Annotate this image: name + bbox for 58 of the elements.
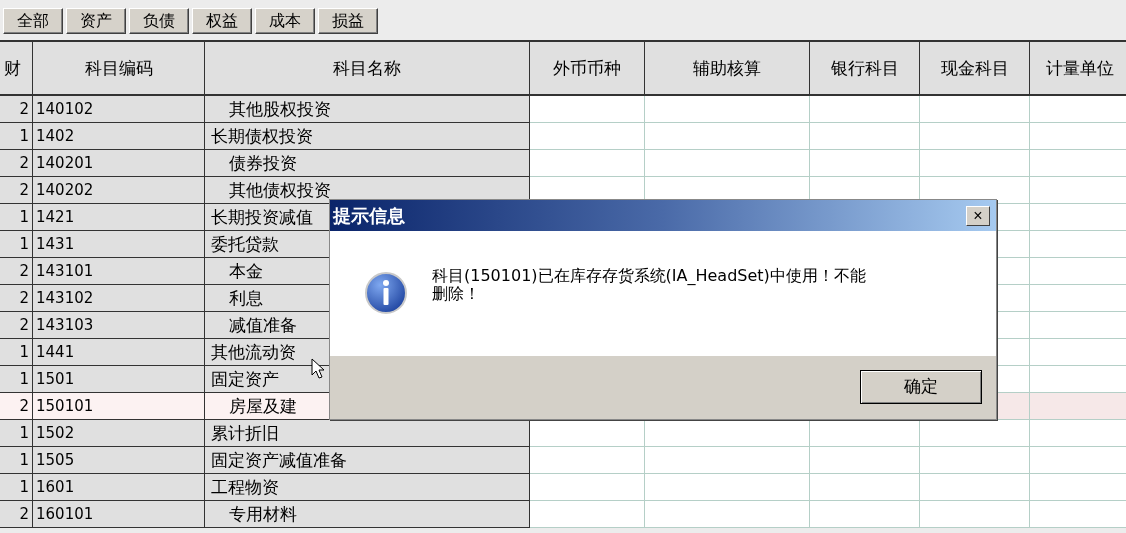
table-cell: 工程物资 (205, 474, 530, 501)
table-cell: 长期债权投资 (205, 123, 530, 150)
column-header[interactable]: 财 (0, 42, 33, 96)
table-cell: 143101 (33, 258, 205, 285)
table-cell: 1 (0, 447, 33, 474)
table-cell: 1421 (33, 204, 205, 231)
ok-button[interactable]: 确定 (860, 369, 982, 404)
table-cell: 140201 (33, 150, 205, 177)
table-cell: 其他股权投资 (205, 96, 530, 123)
filter-button[interactable]: 负债 (129, 8, 189, 34)
table-cell: 160101 (33, 501, 205, 528)
table-cell: 1502 (33, 420, 205, 447)
table-cell: 140202 (33, 177, 205, 204)
table-cell: 1 (0, 420, 33, 447)
table-cell: 债券投资 (205, 150, 530, 177)
table-cell: 1441 (33, 339, 205, 366)
table-cell: 1505 (33, 447, 205, 474)
column-header[interactable]: 外币币种 (530, 42, 645, 96)
table-cell: 2 (0, 96, 33, 123)
table-cell: 1 (0, 366, 33, 393)
table-cell: 1 (0, 204, 33, 231)
table-cell: 2 (0, 150, 33, 177)
table-cell: 1431 (33, 231, 205, 258)
table-cell: 1601 (33, 474, 205, 501)
table-cell: 140102 (33, 96, 205, 123)
column-header[interactable]: 辅助核算 (645, 42, 810, 96)
column-header[interactable]: 科目名称 (205, 42, 530, 96)
table-cell: 2 (0, 312, 33, 339)
close-button[interactable]: × (966, 205, 990, 226)
column-header[interactable]: 银行科目 (810, 42, 920, 96)
table-cell: 1402 (33, 123, 205, 150)
column-header[interactable]: 科目编码 (33, 42, 205, 96)
table-cell: 1 (0, 123, 33, 150)
filter-button[interactable]: 资产 (66, 8, 126, 34)
table-cell: 累计折旧 (205, 420, 530, 447)
filter-button[interactable]: 全部 (3, 8, 63, 34)
dialog-title: 提示信息 (333, 203, 405, 228)
info-icon (364, 271, 408, 315)
table-cell: 1501 (33, 366, 205, 393)
table-cell: 143102 (33, 285, 205, 312)
table-cell: 2 (0, 258, 33, 285)
column-header[interactable]: 现金科目 (920, 42, 1030, 96)
table-cell: 2 (0, 285, 33, 312)
table-cell: 专用材料 (205, 501, 530, 528)
filter-button[interactable]: 权益 (192, 8, 252, 34)
column-header[interactable]: 计量单位 (1030, 42, 1126, 96)
table-cell: 150101 (33, 393, 205, 420)
table-cell: 143103 (33, 312, 205, 339)
table-cell: 2 (0, 177, 33, 204)
table-cell: 1 (0, 231, 33, 258)
table-cell: 1 (0, 474, 33, 501)
cursor-icon (311, 358, 325, 380)
table-cell: 固定资产减值准备 (205, 447, 530, 474)
filter-button[interactable]: 成本 (255, 8, 315, 34)
filter-button[interactable]: 损益 (318, 8, 378, 34)
table-cell: 2 (0, 501, 33, 528)
table-cell: 1 (0, 339, 33, 366)
table-cell: 2 (0, 393, 33, 420)
